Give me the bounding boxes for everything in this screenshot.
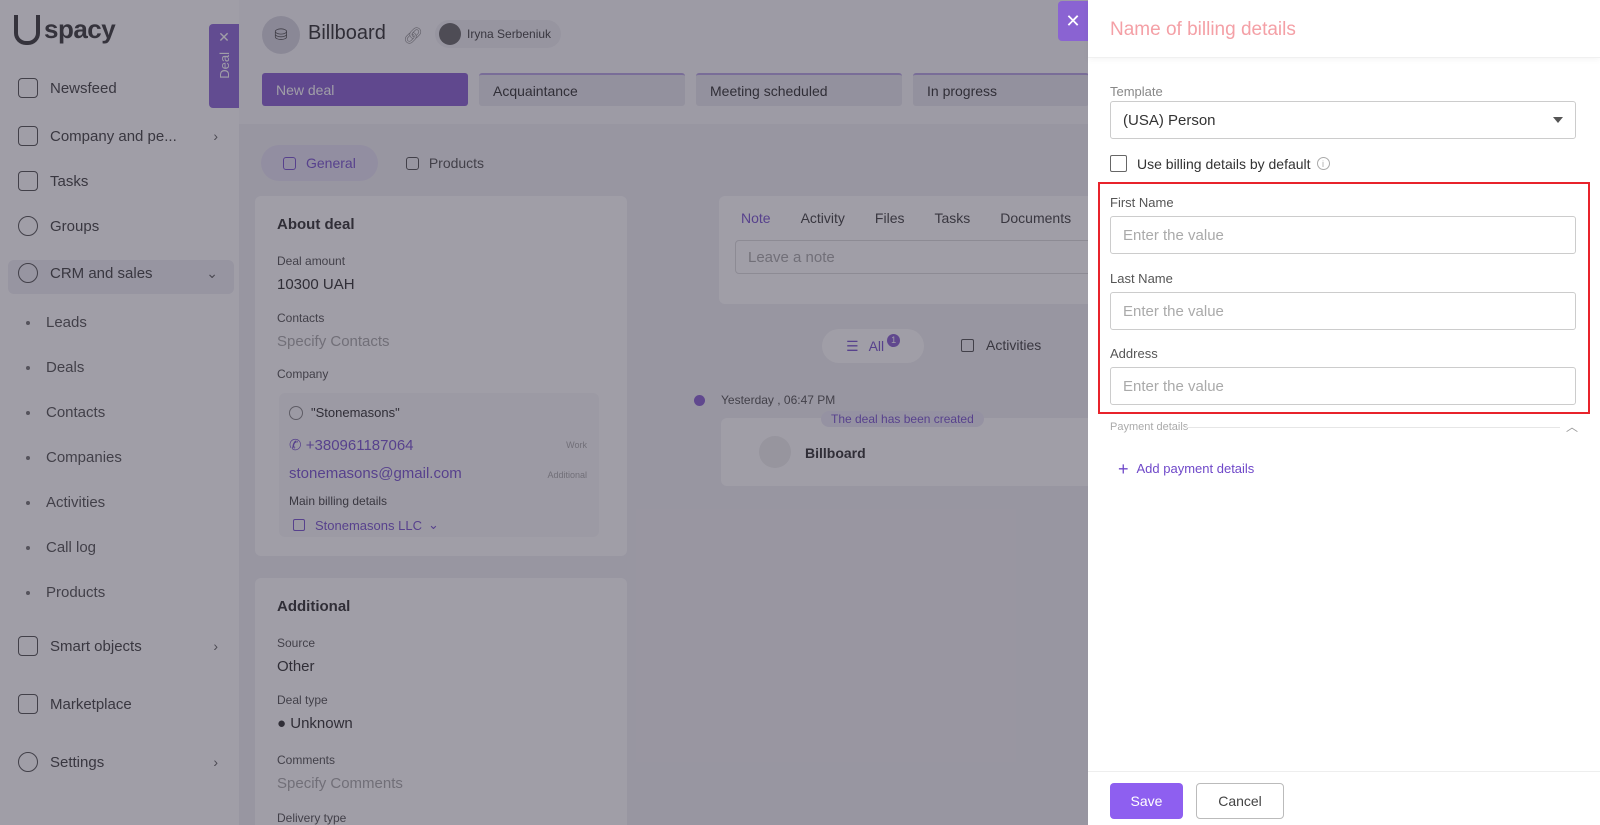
plus-icon: +: [1118, 458, 1129, 479]
close-drawer-button[interactable]: ✕: [1058, 1, 1088, 41]
address-label: Address: [1110, 346, 1158, 361]
close-icon: ✕: [1065, 10, 1081, 31]
default-billing-label[interactable]: Use billing details by default: [1137, 156, 1311, 172]
cancel-button[interactable]: Cancel: [1196, 783, 1284, 819]
address-input[interactable]: Enter the value: [1110, 367, 1576, 405]
template-label: Template: [1110, 84, 1163, 99]
billing-details-drawer: Name of billing details Template (USA) P…: [1088, 0, 1600, 825]
save-button[interactable]: Save: [1110, 783, 1183, 819]
payment-section-label[interactable]: Payment details: [1110, 421, 1188, 433]
info-icon[interactable]: i: [1316, 157, 1330, 170]
last-name-input[interactable]: Enter the value: [1110, 292, 1576, 330]
divider: [1186, 427, 1560, 428]
default-billing-row: Use billing details by default i: [1110, 155, 1330, 172]
drawer-header: Name of billing details: [1088, 0, 1600, 58]
last-name-label: Last Name: [1110, 271, 1173, 286]
first-name-label: First Name: [1110, 195, 1174, 210]
template-select[interactable]: (USA) Person: [1110, 101, 1576, 139]
caret-down-icon: [1553, 117, 1563, 123]
drawer-title[interactable]: Name of billing details: [1110, 19, 1296, 41]
drawer-footer: Save Cancel: [1088, 771, 1600, 825]
default-billing-checkbox[interactable]: [1110, 155, 1127, 172]
chevron-up-icon[interactable]: ︿: [1566, 418, 1578, 435]
add-payment-button[interactable]: + Add payment details: [1118, 458, 1254, 479]
modal-backdrop[interactable]: [0, 0, 1088, 825]
first-name-input[interactable]: Enter the value: [1110, 216, 1576, 254]
